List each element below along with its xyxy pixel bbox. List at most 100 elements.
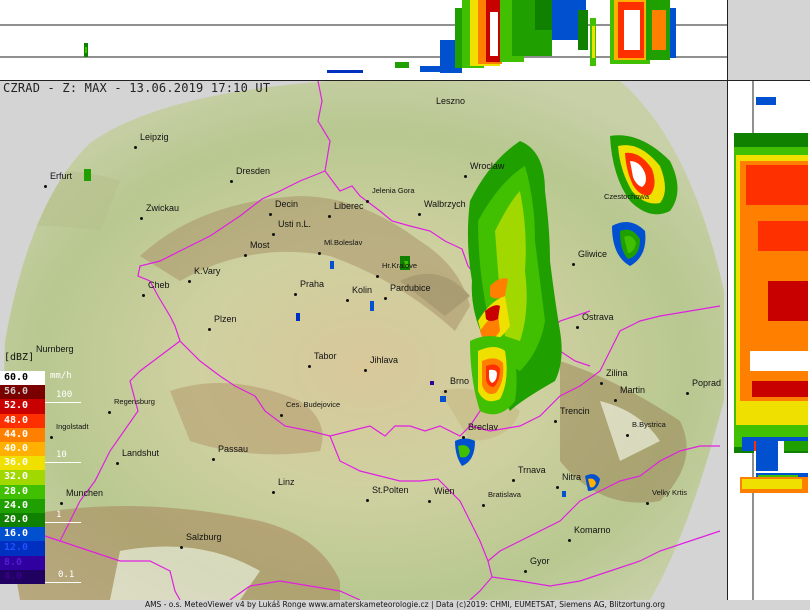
city-label: Zwickau (146, 203, 180, 213)
city-label: Velky Krtis (652, 488, 688, 497)
city-label: Regensburg (114, 397, 155, 406)
city-marker (294, 293, 297, 296)
legend-row: 8.0 (0, 555, 45, 570)
city-label: Martin (620, 385, 646, 395)
city-label: Gliwice (578, 249, 608, 259)
city-marker (364, 369, 367, 372)
rain-rate-tick (45, 462, 81, 463)
city-label: B.Bystrica (632, 420, 666, 429)
city-marker (142, 294, 145, 297)
legend-row: 24.0 (0, 498, 45, 513)
rain-rate-label: 10 (56, 450, 67, 460)
rain-rate-label: 1 (56, 510, 62, 520)
city-marker (318, 252, 321, 255)
city-label: Trencin (560, 406, 590, 416)
city-label: Walbrzych (424, 199, 466, 209)
city-label: Munchen (66, 488, 104, 498)
city-label: Breclav (468, 422, 499, 432)
city-label: Decin (275, 199, 299, 209)
city-marker (208, 328, 211, 331)
city-marker (272, 233, 275, 236)
city-label: Ml.Boleslav (324, 238, 363, 247)
city-marker (116, 462, 119, 465)
legend-row: 20.0 (0, 513, 45, 528)
city-marker (524, 570, 527, 573)
city-label: Kolin (352, 285, 373, 295)
city-label: Ces. Budejovice (286, 400, 341, 409)
legend-unit-label: [dBZ] (4, 352, 35, 363)
city-label: Bratislava (488, 490, 521, 499)
city-label: Passau (218, 444, 249, 454)
legend-row: 40.0 (0, 442, 45, 457)
top-vertical-cross-section (0, 0, 727, 80)
radar-map[interactable] (0, 80, 727, 601)
city-marker (556, 486, 559, 489)
rain-rate-label: 100 (56, 390, 73, 400)
city-marker (50, 436, 53, 439)
city-label: Pardubice (390, 283, 431, 293)
city-label: Wien (434, 486, 455, 496)
city-marker (188, 280, 191, 283)
legend-row: 48.0 (0, 413, 45, 428)
city-marker (366, 200, 369, 203)
city-marker (328, 215, 331, 218)
legend-row: 56.0 (0, 385, 45, 400)
city-marker (444, 390, 447, 393)
city-label: Landshut (122, 448, 160, 458)
city-label: Jelenia Gora (372, 186, 415, 195)
city-marker (212, 458, 215, 461)
city-marker (512, 479, 515, 482)
legend-row: 60.0 (0, 371, 45, 386)
city-marker (482, 504, 485, 507)
city-marker (428, 500, 431, 503)
city-marker (462, 436, 465, 439)
city-marker (60, 502, 63, 505)
rain-rate-tick (45, 522, 81, 523)
city-marker (626, 434, 629, 437)
city-marker (108, 411, 111, 414)
city-label: K.Vary (194, 266, 221, 276)
city-marker (464, 175, 467, 178)
footer-credits: AMS - o.s. MeteoViewer v4 by Lukáš Ronge… (0, 600, 810, 610)
city-marker (572, 263, 575, 266)
city-label: Ingolstadt (56, 422, 89, 431)
city-marker (272, 491, 275, 494)
city-label: Dresden (236, 166, 271, 176)
legend-row: 44.0 (0, 427, 45, 442)
city-label: Wroclaw (470, 161, 505, 171)
city-marker (308, 365, 311, 368)
city-label: Usti n.L. (278, 219, 312, 229)
legend-row: 52.0 (0, 399, 45, 414)
city-marker (346, 299, 349, 302)
corner-panel (728, 0, 810, 80)
city-marker (568, 539, 571, 542)
city-label: Ostrava (582, 312, 614, 322)
city-marker (686, 392, 689, 395)
city-marker (646, 502, 649, 505)
top-echo-core-1 (440, 0, 588, 73)
legend-row: 32.0 (0, 470, 45, 485)
city-label: Brno (450, 376, 470, 386)
city-label: Nitra (562, 472, 582, 482)
city-marker (140, 217, 143, 220)
city-label: Zilina (606, 368, 628, 378)
city-label: Linz (278, 477, 295, 487)
legend-row: 16.0 (0, 527, 45, 542)
city-label: Salzburg (186, 532, 222, 542)
city-label: Plzen (214, 314, 237, 324)
frame-divider-vertical (727, 0, 728, 600)
city-label: Czestochowa (604, 192, 650, 201)
city-label: Praha (300, 279, 325, 289)
city-label: Poprad (692, 378, 722, 388)
city-marker (280, 414, 283, 417)
rain-unit-label: mm/h (50, 371, 72, 381)
city-marker (600, 382, 603, 385)
city-marker (180, 546, 183, 549)
legend-row: 28.0 (0, 484, 45, 499)
city-marker (576, 326, 579, 329)
city-label: Nurnberg (36, 344, 74, 354)
map-title: CZRAD - Z: MAX - 13.06.2019 17:10 UT (3, 81, 271, 95)
city-label: Liberec (334, 201, 364, 211)
right-vertical-cross-section (728, 81, 810, 600)
city-label: Cheb (148, 280, 170, 290)
